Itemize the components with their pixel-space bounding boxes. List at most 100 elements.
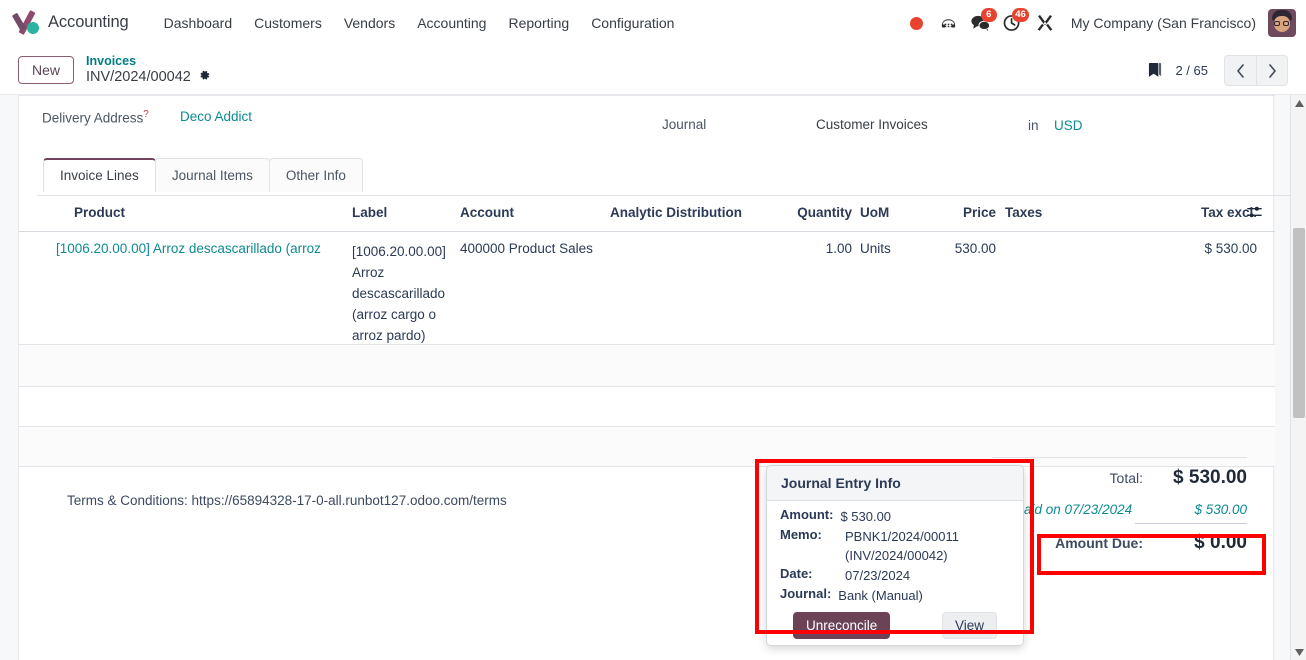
column-price[interactable]: Price bbox=[932, 205, 996, 220]
table-row[interactable]: [1006.20.00.00] Arroz descascarillado (a… bbox=[19, 232, 1275, 345]
main-menu: Dashboard Customers Vendors Accounting R… bbox=[153, 9, 686, 37]
invoice-lines-table: Product Label Account Analytic Distribut… bbox=[19, 196, 1275, 467]
amount-due-label: Amount Due: bbox=[1055, 535, 1143, 551]
record-dot-icon[interactable] bbox=[901, 7, 933, 39]
paid-amount: $ 530.00 bbox=[1194, 501, 1247, 517]
cell-label[interactable]: [1006.20.00.00] Arroz descascarillado (a… bbox=[352, 241, 452, 346]
popover-memo-line: Memo: PBNK1/2024/00011 (INV/2024/00042) bbox=[780, 527, 1010, 565]
column-label[interactable]: Label bbox=[352, 205, 387, 220]
menu-customers[interactable]: Customers bbox=[243, 9, 333, 37]
gear-icon[interactable] bbox=[198, 69, 211, 86]
sheet-top-divider bbox=[19, 95, 1275, 96]
popover-amount-line: Amount: $ 530.00 bbox=[780, 507, 1010, 526]
column-uom[interactable]: UoM bbox=[860, 205, 889, 220]
popover-journal-line: Journal: Bank (Manual) bbox=[780, 586, 1010, 605]
tab-invoice-lines[interactable]: Invoice Lines bbox=[43, 158, 156, 192]
breadcrumb: Invoices INV/2024/00042 bbox=[86, 54, 211, 86]
popover-memo-label: Memo: bbox=[780, 527, 822, 542]
cell-product[interactable]: [1006.20.00.00] Arroz descascarillado (a… bbox=[56, 241, 348, 256]
column-product[interactable]: Product bbox=[74, 205, 125, 220]
popover-body: Amount: $ 530.00 Memo: PBNK1/2024/00011 … bbox=[767, 501, 1023, 645]
delivery-address-label: Delivery Address? bbox=[42, 109, 149, 126]
new-button[interactable]: New bbox=[18, 56, 75, 84]
messages-icon[interactable]: 6 bbox=[965, 7, 997, 39]
add-section-row[interactable] bbox=[19, 387, 1275, 427]
amount-due-row: Amount Due: $ 0.00 bbox=[992, 524, 1247, 554]
cell-uom[interactable]: Units bbox=[860, 241, 891, 256]
tab-other-info[interactable]: Other Info bbox=[268, 158, 363, 192]
total-label: Total: bbox=[1109, 470, 1143, 486]
tools-wrench-icon[interactable] bbox=[1029, 7, 1061, 39]
form-scroll-area: Delivery Address? Deco Addict Journal Cu… bbox=[0, 95, 1306, 660]
scrollbar-thumb[interactable] bbox=[1293, 228, 1305, 418]
unreconcile-button[interactable]: Unreconcile bbox=[793, 612, 891, 639]
journal-label: Journal bbox=[662, 117, 707, 132]
clock-activities-icon[interactable]: 46 bbox=[997, 7, 1029, 39]
dialpad-icon[interactable] bbox=[933, 7, 965, 39]
journal-value[interactable]: Customer Invoices bbox=[816, 117, 928, 132]
delivery-address-value[interactable]: Deco Addict bbox=[180, 109, 252, 124]
column-options-icon[interactable] bbox=[1247, 205, 1262, 222]
company-selector[interactable]: My Company (San Francisco) bbox=[1071, 15, 1256, 31]
popover-date-value: 07/23/2024 bbox=[845, 568, 911, 583]
popover-journal-label: Journal: bbox=[780, 586, 832, 601]
currency-in-label: in bbox=[1028, 118, 1039, 133]
cell-tax-excl[interactable]: $ 530.00 bbox=[1159, 241, 1257, 256]
column-tax-excl[interactable]: Tax excl. bbox=[1159, 205, 1257, 220]
paid-on-text[interactable]: Paid on 07/23/2024 bbox=[1015, 502, 1132, 517]
totals-panel: Total: $ 530.00 Paid on 07/23/2024 $ 530… bbox=[992, 457, 1247, 554]
total-row: Total: $ 530.00 bbox=[992, 458, 1247, 495]
table-header-row: Product Label Account Analytic Distribut… bbox=[19, 196, 1275, 232]
column-quantity[interactable]: Quantity bbox=[789, 205, 852, 220]
column-taxes[interactable]: Taxes bbox=[1005, 205, 1042, 220]
avatar[interactable] bbox=[1268, 9, 1296, 37]
view-button[interactable]: View bbox=[941, 612, 997, 639]
pager-buttons bbox=[1224, 55, 1288, 86]
cell-quantity[interactable]: 1.00 bbox=[789, 241, 852, 256]
menu-reporting[interactable]: Reporting bbox=[497, 9, 580, 37]
currency-value[interactable]: USD bbox=[1054, 118, 1083, 133]
amount-due-value: $ 0.00 bbox=[1194, 532, 1247, 553]
add-line-row[interactable] bbox=[19, 345, 1275, 387]
control-panel: New Invoices INV/2024/00042 2 / 65 bbox=[0, 46, 1306, 95]
top-navbar: Accounting Dashboard Customers Vendors A… bbox=[0, 0, 1306, 46]
cell-price[interactable]: 530.00 bbox=[932, 241, 996, 256]
pager-count: 2 / 65 bbox=[1175, 63, 1208, 78]
record-name: INV/2024/00042 bbox=[86, 69, 191, 86]
menu-configuration[interactable]: Configuration bbox=[580, 9, 685, 37]
navbar-right-tools: 6 46 My Company (San Francisco) bbox=[901, 0, 1296, 46]
popover-date-label: Date: bbox=[780, 566, 813, 581]
paid-payment-row[interactable]: Paid on 07/23/2024 $ 530.00 bbox=[992, 495, 1247, 523]
menu-accounting[interactable]: Accounting bbox=[406, 9, 497, 37]
odoo-accounting-invoice-page: Accounting Dashboard Customers Vendors A… bbox=[0, 0, 1306, 660]
required-marker: ? bbox=[143, 109, 149, 120]
popover-journal-value: Bank (Manual) bbox=[838, 588, 923, 603]
notebook-tabs: Invoice Lines Journal Items Other Info bbox=[43, 158, 363, 192]
messages-badge: 6 bbox=[980, 8, 997, 22]
pager-next-button[interactable] bbox=[1256, 55, 1288, 86]
popover-title: Journal Entry Info bbox=[767, 466, 1023, 501]
column-analytic-distribution[interactable]: Analytic Distribution bbox=[610, 205, 742, 220]
cell-account[interactable]: 400000 Product Sales bbox=[460, 241, 593, 256]
total-value: $ 530.00 bbox=[1173, 467, 1247, 488]
menu-vendors[interactable]: Vendors bbox=[333, 9, 406, 37]
breadcrumb-current: INV/2024/00042 bbox=[86, 69, 211, 86]
scroll-up-icon[interactable] bbox=[1291, 95, 1306, 111]
menu-dashboard[interactable]: Dashboard bbox=[153, 9, 244, 37]
scroll-down-icon[interactable] bbox=[1291, 644, 1306, 660]
vertical-scrollbar[interactable] bbox=[1290, 95, 1306, 660]
activities-badge: 46 bbox=[1012, 8, 1029, 22]
odoo-logo-icon[interactable] bbox=[11, 9, 40, 36]
popover-date-line: Date: 07/23/2024 bbox=[780, 566, 1010, 585]
journal-entry-info-popover: Journal Entry Info Amount: $ 530.00 Memo… bbox=[766, 465, 1024, 646]
terms-and-conditions[interactable]: Terms & Conditions: https://65894328-17-… bbox=[67, 493, 507, 508]
app-name[interactable]: Accounting bbox=[48, 13, 129, 32]
bookmark-attachment-icon[interactable] bbox=[1146, 61, 1163, 81]
column-account[interactable]: Account bbox=[460, 205, 514, 220]
breadcrumb-invoices[interactable]: Invoices bbox=[86, 54, 211, 68]
popover-amount-label: Amount: bbox=[780, 507, 834, 522]
pager-previous-button[interactable] bbox=[1224, 55, 1256, 86]
invoice-header-fields: Delivery Address? Deco Addict Journal Cu… bbox=[19, 103, 1275, 137]
popover-amount-value: $ 530.00 bbox=[840, 509, 892, 524]
tab-journal-items[interactable]: Journal Items bbox=[154, 158, 270, 192]
